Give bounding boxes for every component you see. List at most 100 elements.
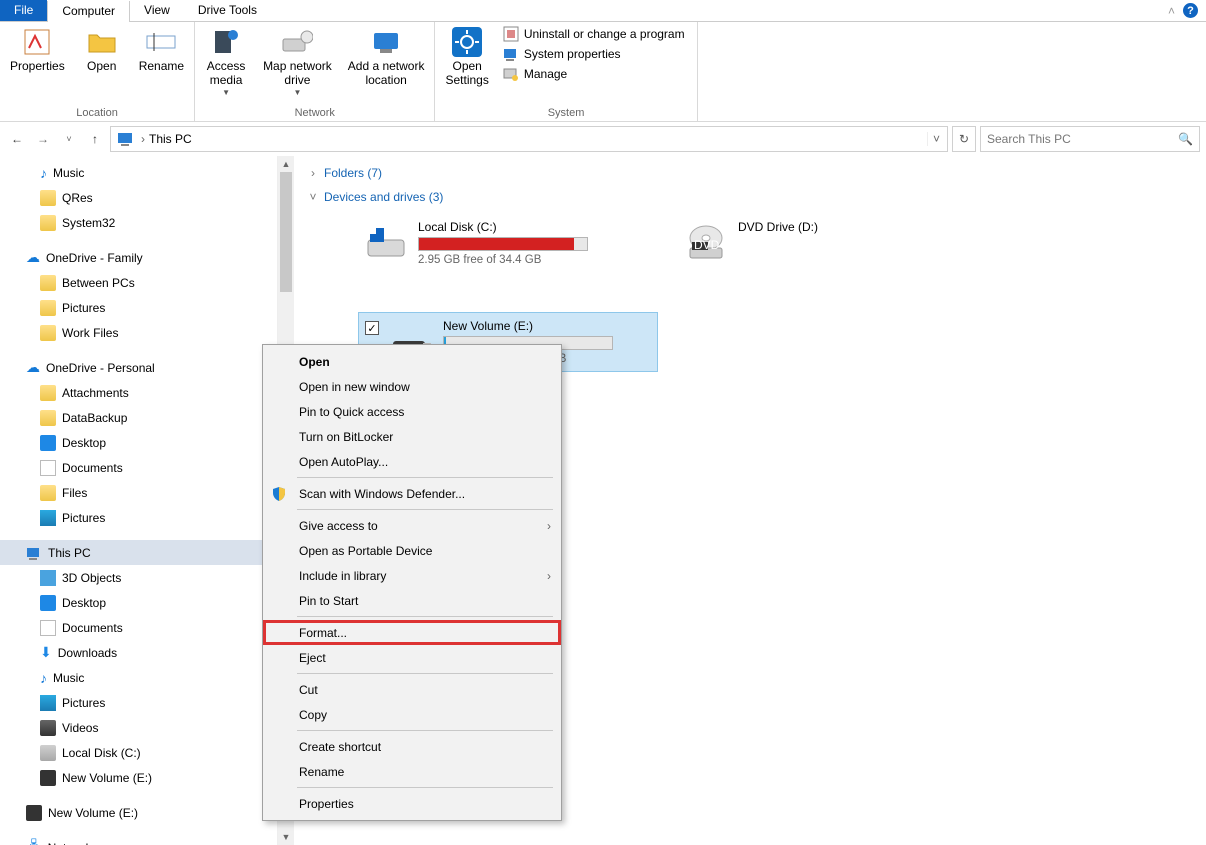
nav-item-music[interactable]: ♪Music — [0, 160, 277, 185]
ctx-item-label: Include in library — [299, 569, 386, 583]
ribbon-group-location: Properties Open Rename Location — [0, 22, 195, 121]
ctx-include-in-library[interactable]: Include in library› — [263, 563, 561, 588]
nav-item-network[interactable]: 🖧Network — [0, 835, 277, 845]
rename-button[interactable]: Rename — [133, 24, 190, 107]
nav-item-databackup[interactable]: DataBackup — [0, 405, 277, 430]
ctx-scan-with-windows-defender-[interactable]: Scan with Windows Defender... — [263, 481, 561, 506]
system-properties-button[interactable]: System properties — [503, 46, 685, 62]
nav-item-desktop[interactable]: Desktop — [0, 430, 277, 455]
scroll-down-icon[interactable]: ▼ — [278, 829, 294, 845]
ctx-item-label: Cut — [299, 683, 318, 697]
selection-checkbox[interactable]: ✓ — [365, 321, 379, 335]
nav-item-pictures[interactable]: Pictures — [0, 505, 277, 530]
nav-item-videos[interactable]: Videos — [0, 715, 277, 740]
drive-title: DVD Drive (D:) — [738, 220, 972, 234]
collapse-ribbon-icon[interactable]: ˄ — [1168, 4, 1175, 18]
ctx-eject[interactable]: Eject — [263, 645, 561, 670]
folders-group-header[interactable]: › Folders (7) — [302, 162, 1206, 186]
manage-button[interactable]: Manage — [503, 66, 685, 82]
tab-computer[interactable]: Computer — [47, 1, 130, 22]
nav-item-new-volume-e-[interactable]: New Volume (E:) — [0, 800, 277, 825]
map-network-drive-button[interactable]: Map network drive ▼ — [257, 24, 338, 107]
uninstall-icon — [503, 26, 519, 42]
open-settings-button[interactable]: Open Settings — [439, 24, 494, 107]
drive-free-space: 2.95 GB free of 34.4 GB — [418, 254, 652, 266]
add-network-location-button[interactable]: Add a network location — [342, 24, 431, 107]
ctx-open-in-new-window[interactable]: Open in new window — [263, 374, 561, 399]
ctx-item-label: Pin to Start — [299, 594, 358, 608]
ctx-item-label: Turn on BitLocker — [299, 430, 393, 444]
ctx-open-autoplay-[interactable]: Open AutoPlay... — [263, 449, 561, 474]
nav-item-qres[interactable]: QRes — [0, 185, 277, 210]
ctx-give-access-to[interactable]: Give access to› — [263, 513, 561, 538]
tab-view[interactable]: View — [130, 0, 184, 21]
submenu-arrow-icon: › — [547, 519, 551, 533]
nav-back-button[interactable]: ← — [6, 128, 28, 150]
ctx-item-label: Pin to Quick access — [299, 405, 404, 419]
ctx-cut[interactable]: Cut — [263, 677, 561, 702]
drive-dvd[interactable]: DVDDVD Drive (D:) — [678, 214, 978, 272]
ctx-create-shortcut[interactable]: Create shortcut — [263, 734, 561, 759]
ribbon: Properties Open Rename Location — [0, 22, 1206, 122]
ctx-format-[interactable]: Format... — [263, 620, 561, 645]
nav-forward-button[interactable]: → — [32, 128, 54, 150]
nav-item-local-disk-c-[interactable]: Local Disk (C:) — [0, 740, 277, 765]
navigation-pane[interactable]: ♪MusicQResSystem32☁OneDrive - FamilyBetw… — [0, 156, 278, 845]
drives-group-header[interactable]: ˅ Devices and drives (3) — [302, 186, 1206, 210]
shield-icon — [271, 486, 287, 502]
ctx-turn-on-bitlocker[interactable]: Turn on BitLocker — [263, 424, 561, 449]
scroll-up-icon[interactable]: ▲ — [278, 156, 294, 172]
nav-item-documents[interactable]: Documents — [0, 455, 277, 480]
tab-drive-tools[interactable]: Drive Tools — [184, 0, 271, 21]
this-pc-icon — [117, 130, 135, 148]
search-input[interactable]: Search This PC 🔍 — [980, 126, 1200, 152]
ctx-pin-to-quick-access[interactable]: Pin to Quick access — [263, 399, 561, 424]
tab-file[interactable]: File — [0, 0, 47, 21]
nav-item-label: Desktop — [62, 436, 106, 450]
nav-item-3d-objects[interactable]: 3D Objects — [0, 565, 277, 590]
nav-item-documents[interactable]: Documents — [0, 615, 277, 640]
nav-item-system32[interactable]: System32 — [0, 210, 277, 235]
help-icon[interactable]: ? — [1183, 3, 1198, 18]
scroll-thumb[interactable] — [280, 172, 292, 292]
ctx-open-as-portable-device[interactable]: Open as Portable Device — [263, 538, 561, 563]
refresh-button[interactable]: ↻ — [952, 126, 976, 152]
access-media-button[interactable]: Access media ▼ — [199, 24, 253, 107]
nav-item-files[interactable]: Files — [0, 480, 277, 505]
properties-button[interactable]: Properties — [4, 24, 71, 107]
breadcrumb-separator-icon[interactable]: › — [141, 132, 145, 146]
nav-item-this-pc[interactable]: This PC — [0, 540, 277, 565]
rename-icon — [145, 26, 177, 58]
open-button[interactable]: Open — [75, 24, 129, 107]
ctx-pin-to-start[interactable]: Pin to Start — [263, 588, 561, 613]
manage-icon — [503, 66, 519, 82]
ctx-open[interactable]: Open — [263, 349, 561, 374]
nav-item-label: Documents — [62, 621, 123, 635]
nav-item-music[interactable]: ♪Music — [0, 665, 277, 690]
nav-item-new-volume-e-[interactable]: New Volume (E:) — [0, 765, 277, 790]
nav-item-attachments[interactable]: Attachments — [0, 380, 277, 405]
ctx-properties[interactable]: Properties — [263, 791, 561, 816]
address-history-dropdown[interactable]: ˅ — [927, 132, 945, 146]
address-bar[interactable]: › This PC ˅ — [110, 126, 948, 152]
nav-item-desktop[interactable]: Desktop — [0, 590, 277, 615]
nav-item-onedrive-family[interactable]: ☁OneDrive - Family — [0, 245, 277, 270]
nav-item-work-files[interactable]: Work Files — [0, 320, 277, 345]
uninstall-program-button[interactable]: Uninstall or change a program — [503, 26, 685, 42]
nav-recent-button[interactable]: ˅ — [58, 128, 80, 150]
nav-up-button[interactable]: ↑ — [84, 128, 106, 150]
ctx-item-label: Open — [299, 355, 330, 369]
nav-item-label: New Volume (E:) — [62, 771, 152, 785]
ctx-rename[interactable]: Rename — [263, 759, 561, 784]
nav-item-pictures[interactable]: Pictures — [0, 690, 277, 715]
breadcrumb-this-pc[interactable]: This PC — [147, 132, 194, 146]
nav-item-label: DataBackup — [62, 411, 127, 425]
open-folder-icon — [86, 26, 118, 58]
nav-item-between-pcs[interactable]: Between PCs — [0, 270, 277, 295]
nav-item-pictures[interactable]: Pictures — [0, 295, 277, 320]
drive-hdd[interactable]: Local Disk (C:)2.95 GB free of 34.4 GB — [358, 214, 658, 272]
ctx-copy[interactable]: Copy — [263, 702, 561, 727]
nav-item-onedrive-personal[interactable]: ☁OneDrive - Personal — [0, 355, 277, 380]
nav-item-downloads[interactable]: ⬇Downloads — [0, 640, 277, 665]
nav-item-label: Music — [53, 671, 84, 685]
